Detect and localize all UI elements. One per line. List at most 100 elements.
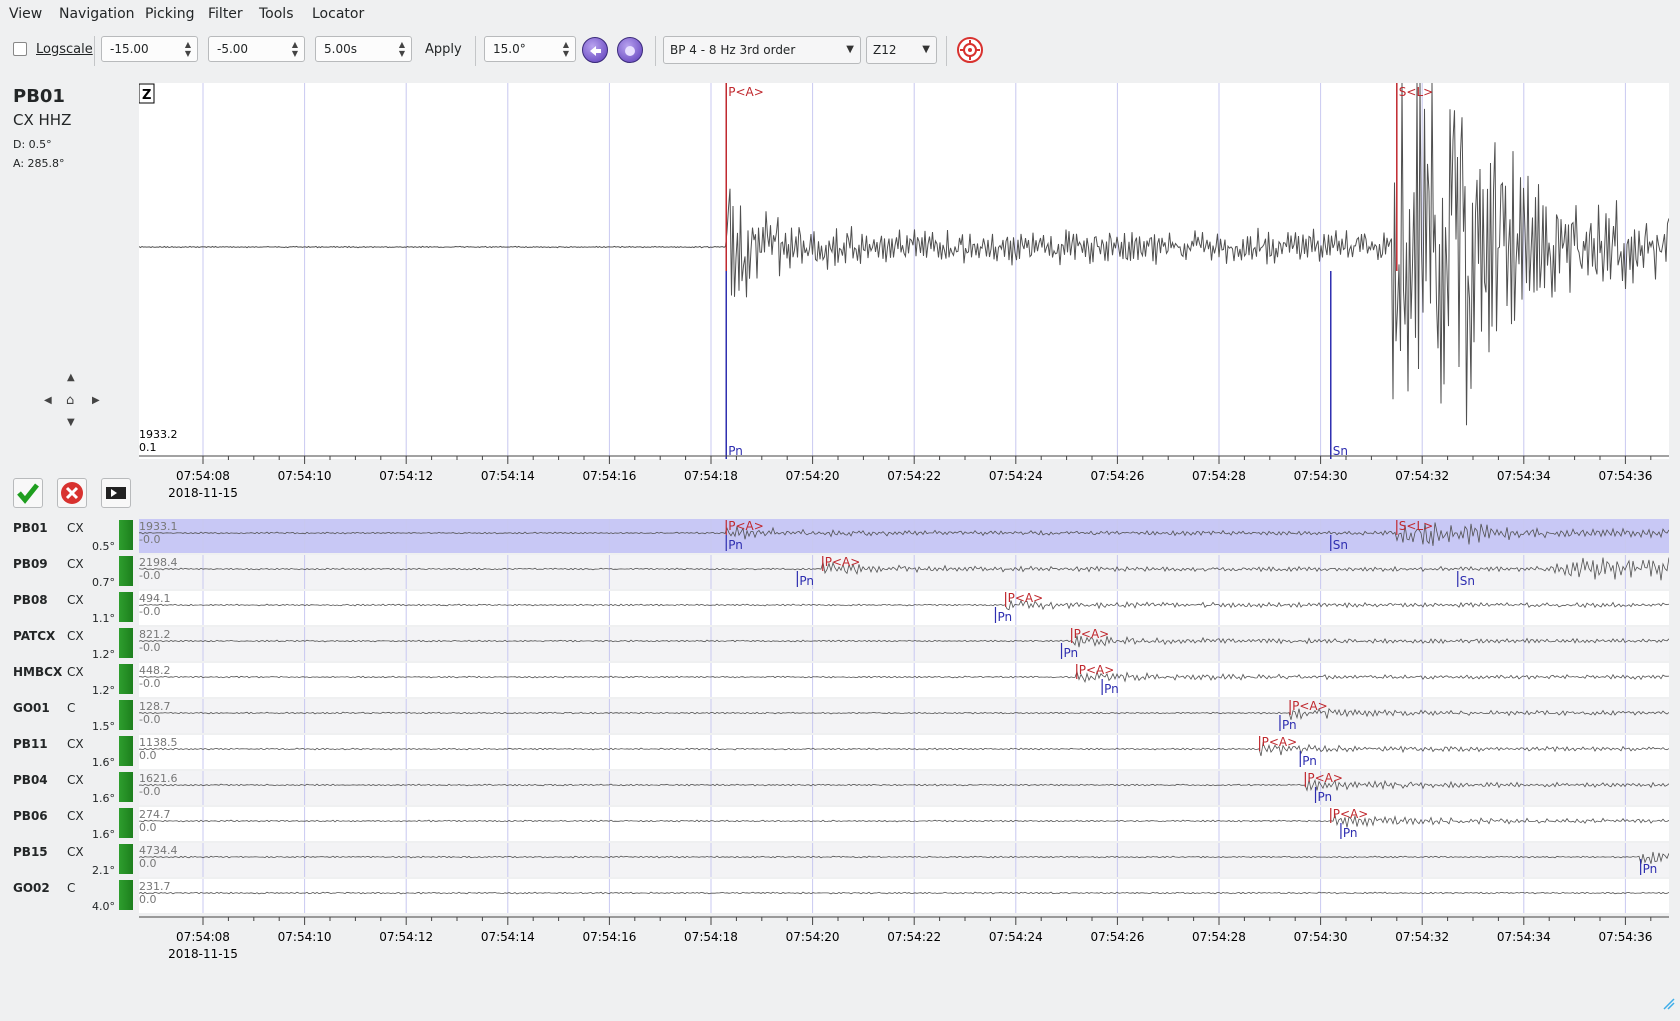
logscale-label[interactable]: Logscale	[36, 42, 93, 57]
station-amp-min: -0.0	[139, 569, 160, 582]
station-traces-canvas[interactable]: 1933.1-0.0P<A> S<L>Pn Sn2198.4-0.0P<A>Pn Sn…	[139, 519, 1669, 914]
station-network: CX	[67, 629, 84, 643]
scroll-right-icon[interactable]: ▶	[92, 395, 100, 406]
axis-tick-label: 07:54:08	[176, 469, 230, 483]
station-network: CX	[67, 665, 84, 679]
station-status-bar	[119, 628, 133, 658]
spin-down-icon[interactable]: ▼	[290, 49, 300, 58]
station-row-background	[139, 591, 1669, 625]
time-length-spinbox[interactable]: 5.00s ▲ ▼	[315, 36, 412, 62]
station-network: CX	[67, 737, 84, 751]
logscale-checkbox[interactable]	[13, 42, 27, 56]
apply-button[interactable]: Apply	[425, 42, 462, 57]
menu-tools[interactable]: Tools	[259, 6, 294, 22]
bottom-time-axis: 07:54:08 07:54:10 07:54:12 07:54:14 07:54:16…	[139, 916, 1669, 961]
manual-pick-label: P<A>	[1079, 663, 1115, 677]
resize-grip-icon[interactable]	[1660, 995, 1678, 1013]
station-name: PB15	[13, 845, 48, 859]
station-trace-row[interactable]: 821.2-0.0 P<A> Pn	[139, 627, 1669, 661]
station-amp-min: -0.0	[139, 785, 160, 798]
station-row-background	[139, 771, 1669, 805]
theoretical-pick-label: Pn	[799, 574, 814, 588]
cancel-button[interactable]	[57, 478, 87, 508]
main-network-channel: CX HHZ	[13, 111, 72, 129]
station-trace-row[interactable]: 274.70.0 P<A> Pn	[139, 807, 1669, 841]
filter-combo[interactable]: BP 4 - 8 Hz 3rd order ▼	[663, 36, 861, 64]
station-trace-row[interactable]: 231.70.0	[139, 879, 1669, 913]
station-trace-row[interactable]: 128.7-0.0 P<A> Pn	[139, 699, 1669, 733]
axis-tick-label: 07:54:20	[786, 930, 840, 944]
station-trace-row[interactable]: 1138.50.0 P<A> Pn	[139, 735, 1669, 769]
station-amp-max: 448.2	[139, 664, 171, 677]
main-trace-canvas[interactable]: P<A> S<L>Pn Sn Z 1933.2 0.1	[139, 83, 1669, 459]
max-amplitude-spinbox[interactable]: -5.00 ▲ ▼	[208, 36, 305, 62]
station-row-background	[139, 879, 1669, 913]
station-trace-row[interactable]: 1621.6-0.0 P<A> Pn	[139, 771, 1669, 805]
station-amp-min: -0.0	[139, 677, 160, 690]
zoom-down-icon[interactable]: ▼	[67, 417, 75, 428]
station-name: PB08	[13, 593, 48, 607]
accept-button[interactable]	[13, 478, 43, 508]
axis-tick-label: 07:54:08	[176, 930, 230, 944]
pick-forward-button[interactable]	[617, 37, 643, 63]
zoom-up-icon[interactable]: ▲	[67, 372, 75, 383]
station-status-bar	[119, 808, 133, 838]
station-network: CX	[67, 809, 84, 823]
station-trace-row[interactable]: 4734.40.0 Pn	[139, 843, 1669, 877]
axis-tick-label: 07:54:30	[1294, 469, 1348, 483]
amp-min-label: 0.1	[139, 441, 157, 454]
station-distance: 0.7°	[92, 576, 115, 589]
station-trace-row[interactable]: 494.1-0.0 P<A> Pn	[139, 591, 1669, 625]
axis-tick-label: 07:54:28	[1192, 469, 1246, 483]
axis-tick-label: 07:54:12	[379, 930, 433, 944]
main-distance: D: 0.5°	[13, 138, 52, 151]
menu-locator[interactable]: Locator	[312, 6, 364, 22]
station-amp-max: 274.7	[139, 808, 171, 821]
station-status-bar	[119, 664, 133, 694]
station-trace-row[interactable]: 2198.4-0.0 P<A> Pn Sn	[139, 555, 1669, 589]
menu-navigation[interactable]: Navigation	[59, 6, 135, 22]
spin-down-icon[interactable]: ▼	[561, 49, 571, 58]
axis-tick-label: 07:54:36	[1598, 930, 1652, 944]
spin-down-icon[interactable]: ▼	[183, 49, 193, 58]
time-length-value: 5.00s	[324, 42, 357, 56]
station-amp-min: -0.0	[139, 641, 160, 654]
scroll-left-icon[interactable]: ◀	[44, 395, 52, 406]
station-amp-max: 494.1	[139, 592, 171, 605]
spin-up-icon[interactable]: ▲	[183, 40, 193, 49]
toolbar-separator	[475, 36, 476, 66]
checkmark-icon	[17, 483, 39, 504]
spin-up-icon[interactable]: ▲	[561, 40, 571, 49]
station-trace-row[interactable]: 1933.1-0.0 P<A> S<L> Pn Sn	[139, 519, 1669, 553]
station-amp-max: 821.2	[139, 628, 171, 641]
home-icon[interactable]: ⌂	[66, 393, 74, 408]
station-row-background	[139, 735, 1669, 769]
station-distance: 2.1°	[92, 864, 115, 877]
station-row-background	[139, 699, 1669, 733]
spin-up-icon[interactable]: ▲	[290, 40, 300, 49]
station-distance: 1.1°	[92, 612, 115, 625]
pick-back-button[interactable]	[582, 37, 608, 63]
station-row-background	[139, 519, 1669, 553]
station-network: CX	[67, 773, 84, 787]
station-trace-row[interactable]: 448.2-0.0 P<A> Pn	[139, 663, 1669, 697]
locate-button[interactable]	[957, 37, 983, 63]
station-name: PB01	[13, 521, 48, 535]
menu-picking[interactable]: Picking	[145, 6, 194, 22]
station-status-bar	[119, 520, 133, 550]
menu-filter[interactable]: Filter	[208, 6, 243, 22]
chevron-down-icon: ▼	[922, 44, 930, 55]
rotation-combo[interactable]: Z12 ▼	[866, 36, 937, 64]
theoretical-pick-label: Pn	[997, 610, 1012, 624]
rotate-left-icon	[590, 46, 601, 56]
menu-view[interactable]: View	[9, 6, 42, 22]
axis-tick-label: 07:54:14	[481, 930, 535, 944]
spin-up-icon[interactable]: ▲	[397, 40, 407, 49]
station-network: C	[67, 701, 76, 715]
manual-pick-label: P<A>	[1333, 807, 1369, 821]
rotation-angle-spinbox[interactable]: 15.0° ▲ ▼	[484, 36, 576, 62]
export-button[interactable]	[101, 478, 131, 508]
station-distance: 1.6°	[92, 828, 115, 841]
min-amplitude-spinbox[interactable]: -15.00 ▲ ▼	[101, 36, 198, 62]
spin-down-icon[interactable]: ▼	[397, 49, 407, 58]
